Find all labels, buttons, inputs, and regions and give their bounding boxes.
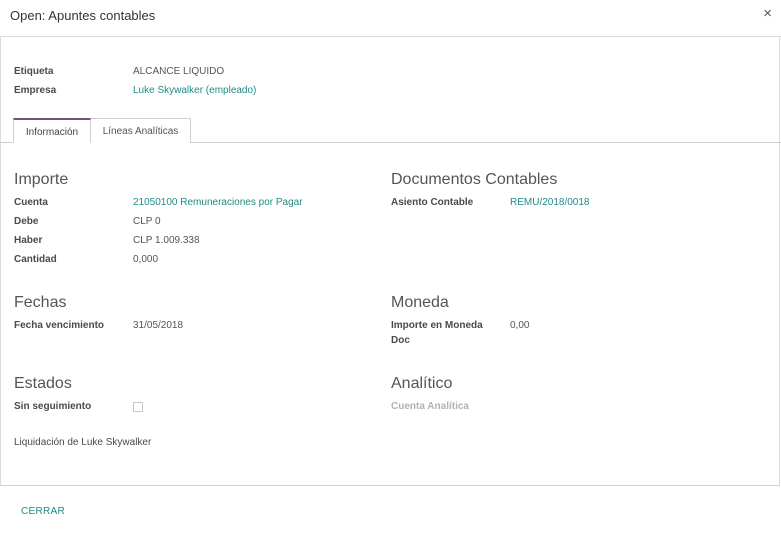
dialog-body: [0, 37, 780, 486]
fecha-vencimiento-label: Fecha vencimiento: [14, 320, 105, 331]
analitico-heading: Analítico: [391, 375, 453, 392]
cuenta-link[interactable]: 21050100 Remuneraciones por Pagar: [133, 195, 303, 210]
empresa-link[interactable]: Luke Skywalker (empleado): [133, 83, 256, 98]
cuenta-label: Cuenta: [14, 197, 48, 208]
fechas-heading: Fechas: [14, 294, 67, 311]
cantidad-value: 0,000: [133, 254, 159, 265]
importe-moneda-value: 0,00: [510, 320, 530, 331]
etiqueta-value: ALCANCE LIQUIDO: [133, 66, 225, 77]
tab-lineas-analiticas[interactable]: Líneas Analíticas: [90, 118, 191, 143]
cantidad-label: Cantidad: [14, 254, 57, 265]
estados-heading: Estados: [14, 375, 72, 392]
tab-informacion[interactable]: Información: [13, 118, 91, 143]
empresa-label: Empresa: [14, 85, 57, 96]
cuenta-analitica-label: Cuenta Analítica: [391, 401, 469, 412]
moneda-heading: Moneda: [391, 294, 449, 311]
haber-label: Haber: [14, 235, 43, 246]
importe-moneda-label-line2: Doc: [391, 335, 410, 346]
close-icon[interactable]: ×: [763, 5, 772, 22]
asiento-link[interactable]: REMU/2018/0018: [510, 195, 590, 210]
documentos-heading: Documentos Contables: [391, 171, 558, 188]
importe-heading: Importe: [14, 171, 69, 188]
etiqueta-label: Etiqueta: [14, 66, 54, 77]
debe-label: Debe: [14, 216, 39, 227]
note-text: Liquidación de Luke Skywalker: [14, 437, 152, 448]
haber-value: CLP 1.009.338: [133, 235, 200, 246]
asiento-label: Asiento Contable: [391, 197, 474, 208]
fecha-vencimiento-value: 31/05/2018: [133, 320, 184, 331]
debe-value: CLP 0: [133, 216, 161, 227]
sin-seguimiento-label: Sin seguimiento: [14, 401, 92, 412]
sin-seguimiento-checkbox[interactable]: [133, 402, 143, 412]
dialog-title: Open: Apuntes contables: [10, 8, 156, 23]
dialog-header: Open: Apuntes contables ×: [0, 0, 781, 37]
cerrar-button[interactable]: CERRAR: [21, 506, 65, 517]
importe-moneda-label: Importe en Moneda: [391, 320, 483, 331]
